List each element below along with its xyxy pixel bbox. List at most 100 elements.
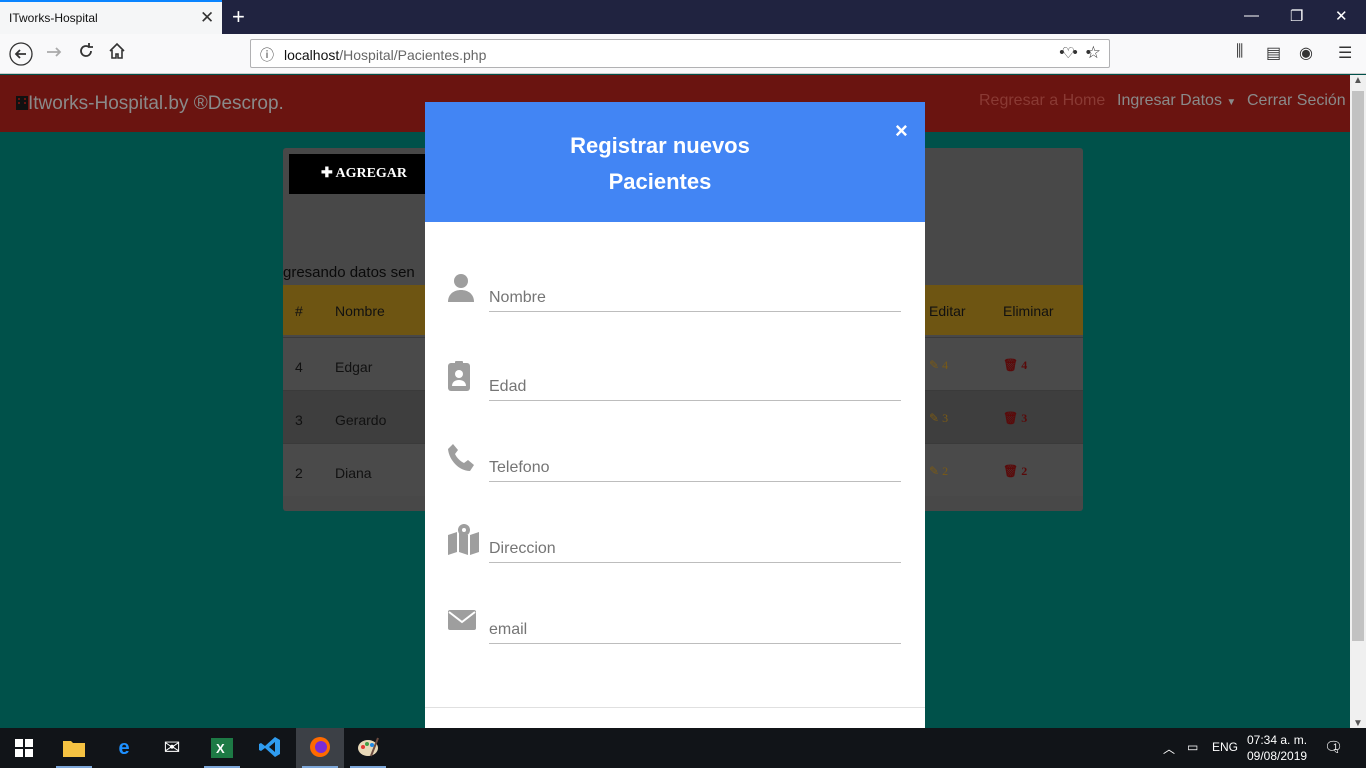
mail-icon[interactable]: ✉ [148,728,196,768]
delete-link[interactable]: 🗑 3 [1003,411,1027,426]
delete-link[interactable]: 🗑 2 [1003,464,1027,479]
sidebar-icon[interactable]: ▤ [1266,43,1281,63]
edit-link[interactable]: ✎ 3 [929,411,948,426]
envelope-icon [447,604,479,636]
direccion-input[interactable] [489,535,901,563]
col-eliminar: Eliminar [1003,303,1054,319]
edad-input[interactable] [489,373,901,401]
excel-icon[interactable]: X [198,728,246,768]
account-icon[interactable]: ◉ [1299,43,1313,63]
site-info-icon[interactable]: ⓘ [260,45,274,65]
edit-id: 2 [942,464,949,478]
col-nombre: Nombre [335,303,385,319]
direccion-field [425,523,925,583]
tray-chevron-icon[interactable]: ︿ [1163,740,1175,757]
browser-tab[interactable]: ITworks-Hospital ✕ [0,0,222,34]
delete-id: 4 [1021,358,1028,372]
edit-icon: ✎ [929,358,940,372]
add-button-label: AGREGAR [335,166,408,181]
tab-title: ITworks-Hospital [9,11,98,25]
modal-close-icon[interactable]: × [895,118,908,144]
modal-title-line2: Pacientes [608,169,712,194]
restore-icon[interactable]: ❐ [1290,7,1303,25]
back-icon[interactable] [9,42,33,71]
bookmark-star-icon[interactable]: ☆ [1086,43,1101,63]
nombre-input[interactable] [489,284,901,312]
edit-id: 3 [942,411,949,425]
add-button[interactable]: ✚ AGREGAR [289,154,439,194]
taskbar: e ✉ X ︿ ▭ ENG 07:34 a. m. 09/08/2019 🗨1 [0,728,1366,768]
notification-count: 1 [1333,742,1339,752]
phone-icon [447,442,479,474]
edad-field [425,361,925,421]
register-patient-modal: Registrar nuevos Pacientes × [425,102,925,728]
url-bar[interactable]: ⓘ localhost/Hospital/Pacientes.php ••• ♡… [250,39,1110,68]
new-tab-icon[interactable]: + [232,4,245,30]
page-scrollbar[interactable]: ▲ ▼ [1350,75,1366,729]
tab-close-icon[interactable]: ✕ [200,8,214,28]
telefono-input[interactable] [489,454,901,482]
minimize-icon[interactable]: — [1244,7,1259,24]
id-card-icon [447,361,479,393]
url-text: localhost/Hospital/Pacientes.php [284,47,487,63]
row-id: 4 [295,359,303,375]
row-id: 3 [295,412,303,428]
scroll-up-icon[interactable]: ▲ [1353,75,1363,86]
trash-icon: 🗑 [1003,464,1019,478]
email-field [425,604,925,664]
clock-date: 09/08/2019 [1247,749,1308,763]
clock-time: 07:34 a. m. [1247,733,1308,747]
col-num: # [295,303,303,319]
browser-tab-bar: ITworks-Hospital ✕ + — ❐ ✕ [0,0,1366,34]
vscode-icon[interactable] [246,728,294,768]
nav-ingresar-dropdown[interactable]: Ingresar Datos ▼ [1117,92,1236,110]
menu-icon[interactable]: ☰ [1338,43,1352,63]
modal-title: Registrar nuevos Pacientes [525,128,795,200]
clock[interactable]: 07:34 a. m. 09/08/2019 [1247,732,1307,764]
caret-down-icon: ▼ [1226,97,1237,108]
delete-id: 2 [1021,464,1028,478]
home-icon[interactable] [108,42,126,65]
brand-label: Itworks-Hospital.by ®Descrop. [28,93,284,114]
edit-link[interactable]: ✎ 2 [929,464,948,479]
reload-icon[interactable] [77,42,95,65]
telefono-field [425,442,925,502]
library-icon[interactable]: ⫼ [1236,43,1243,61]
col-editar: Editar [929,303,966,319]
browser-nav-bar: ⓘ localhost/Hospital/Pacientes.php ••• ♡… [0,34,1366,74]
svg-text:X: X [216,741,225,756]
battery-icon[interactable]: ▭ [1187,740,1198,754]
row-nombre: Gerardo [335,412,387,428]
nav-logout-link[interactable]: Cerrar Seción [1247,92,1346,110]
firefox-icon[interactable] [296,728,344,768]
user-icon [447,272,479,304]
plus-icon: ✚ [320,166,333,181]
pocket-icon[interactable]: ♡ [1062,44,1075,62]
trash-icon: 🗑 [1003,411,1019,425]
row-nombre: Diana [335,465,372,481]
edit-id: 4 [942,358,949,372]
trash-icon: 🗑 [1003,358,1019,372]
window-close-icon[interactable]: ✕ [1335,7,1348,25]
card-text: gresando datos sen [283,264,415,281]
notifications-icon[interactable]: 🗨1 [1324,738,1348,756]
nav-home-link[interactable]: Regresar a Home [979,92,1105,110]
modal-footer-divider [425,707,925,708]
forward-icon[interactable] [44,42,64,67]
email-input[interactable] [489,616,901,644]
file-explorer-icon[interactable] [50,728,98,768]
edit-icon: ✎ [929,411,940,425]
scroll-thumb[interactable] [1352,91,1364,641]
paint-icon[interactable] [344,728,392,768]
edit-icon: ✎ [929,464,940,478]
modal-title-line1: Registrar nuevos [570,133,750,158]
language-indicator[interactable]: ENG [1212,740,1238,754]
map-icon [447,523,479,555]
delete-link[interactable]: 🗑 4 [1003,358,1027,373]
delete-id: 3 [1021,411,1028,425]
edit-link[interactable]: ✎ 4 [929,358,948,373]
brand[interactable]: Itworks-Hospital.by ®Descrop. [16,93,284,115]
row-nombre: Edgar [335,359,373,375]
edge-icon[interactable]: e [100,728,148,768]
windows-start-icon[interactable] [0,728,48,768]
